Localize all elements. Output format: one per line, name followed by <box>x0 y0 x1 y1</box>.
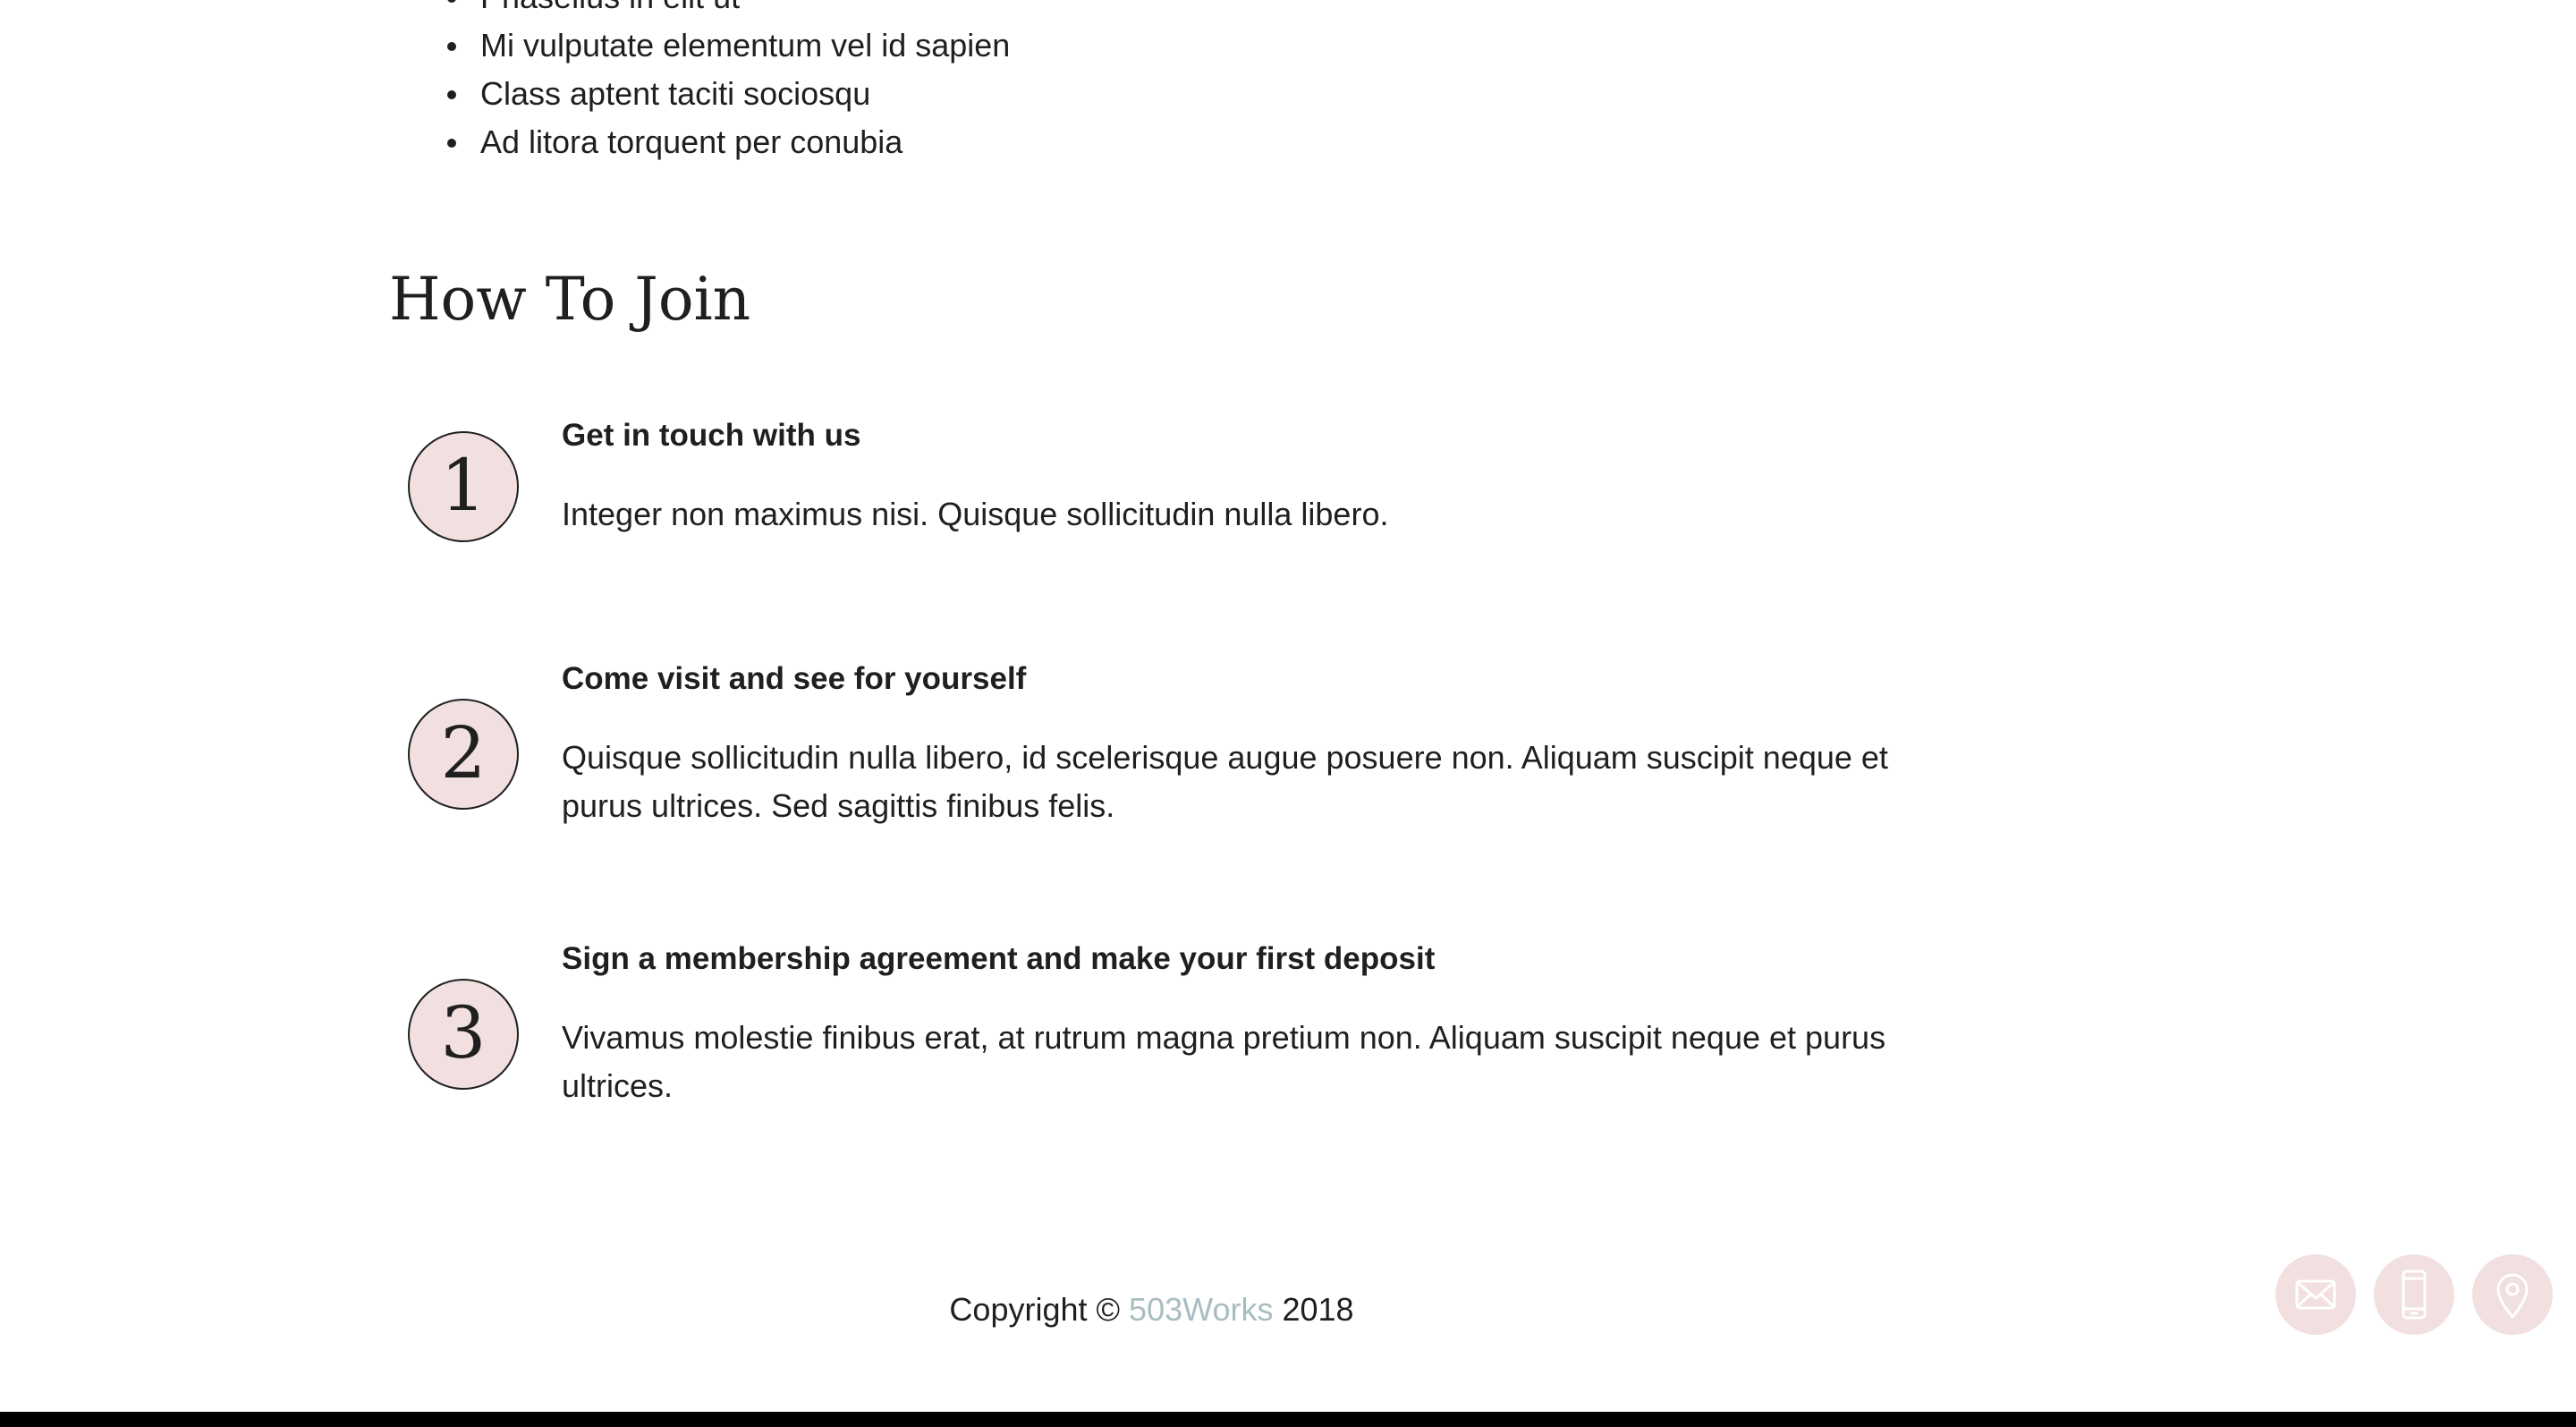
phone-icon <box>2402 1270 2427 1320</box>
step-number-badge: 1 <box>408 431 519 542</box>
company-link[interactable]: 503Works <box>1129 1291 1273 1328</box>
contact-buttons <box>2275 1254 2553 1335</box>
envelope-icon <box>2295 1279 2336 1310</box>
footer-copyright: Copyright © 503Works 2018 <box>0 1285 2303 1335</box>
phone-button[interactable] <box>2374 1254 2454 1335</box>
section-title: How To Join <box>389 265 751 334</box>
step-heading: Sign a membership agreement and make you… <box>562 941 1436 976</box>
copyright-year: 2018 <box>1282 1291 1354 1328</box>
step-heading: Come visit and see for yourself <box>562 661 1027 696</box>
list-item: Mi vulputate elementum vel id sapien <box>445 21 1010 70</box>
copyright-text: Copyright © <box>949 1291 1121 1328</box>
email-button[interactable] <box>2275 1254 2356 1335</box>
map-pin-icon <box>2496 1273 2529 1319</box>
features-list: Phasellus in elit ut Mi vulputate elemen… <box>445 0 1010 166</box>
list-item: Phasellus in elit ut <box>445 0 1010 21</box>
step-number-badge: 2 <box>408 699 519 810</box>
step-description: Integer non maximus nisi. Quisque sollic… <box>562 496 1389 532</box>
step-heading: Get in touch with us <box>562 418 861 453</box>
list-item: Class aptent taciti sociosqu <box>445 70 1010 118</box>
page: Phasellus in elit ut Mi vulputate elemen… <box>0 0 2576 1412</box>
step-description: Quisque sollicitudin nulla libero, id sc… <box>562 739 1888 824</box>
list-item: Ad litora torquent per conubia <box>445 118 1010 166</box>
step-description: Vivamus molestie finibus erat, at rutrum… <box>562 1019 1886 1104</box>
step-number-badge: 3 <box>408 979 519 1090</box>
location-button[interactable] <box>2472 1254 2553 1335</box>
